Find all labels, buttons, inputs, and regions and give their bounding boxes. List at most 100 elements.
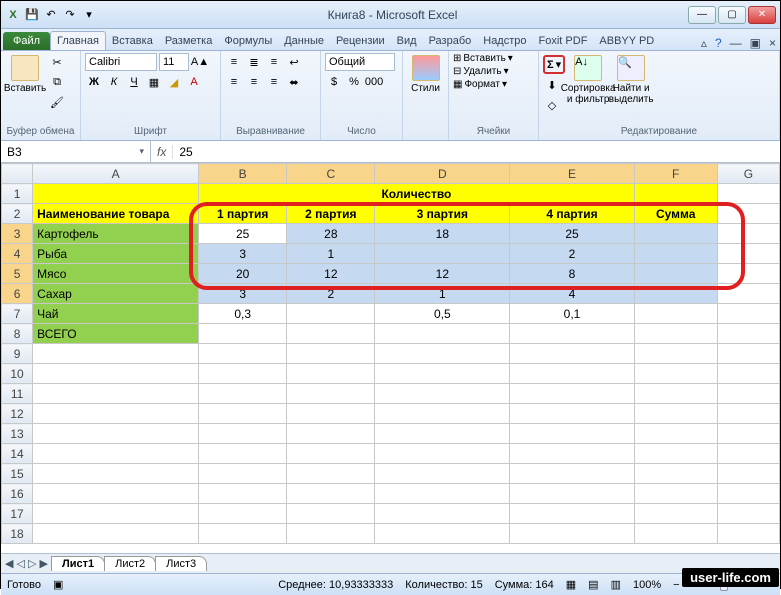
cell-F2[interactable]: Сумма bbox=[634, 204, 717, 224]
align-top-icon[interactable]: ≡ bbox=[225, 53, 243, 71]
cell-F11[interactable] bbox=[634, 384, 717, 404]
border-icon[interactable]: ▦ bbox=[145, 73, 163, 91]
cell-F9[interactable] bbox=[634, 344, 717, 364]
cell-G17[interactable] bbox=[717, 504, 779, 524]
qat-more-icon[interactable]: ▾ bbox=[81, 7, 97, 23]
cell-F15[interactable] bbox=[634, 464, 717, 484]
cell-E17[interactable] bbox=[510, 504, 634, 524]
cell-G6[interactable] bbox=[717, 284, 779, 304]
cell-A5[interactable]: Мясо bbox=[33, 264, 199, 284]
row-header-3[interactable]: 3 bbox=[2, 224, 33, 244]
cell-D15[interactable] bbox=[375, 464, 510, 484]
cell-G15[interactable] bbox=[717, 464, 779, 484]
cell-F16[interactable] bbox=[634, 484, 717, 504]
cell-E15[interactable] bbox=[510, 464, 634, 484]
cell-C9[interactable] bbox=[287, 344, 375, 364]
paste-button[interactable]: Вставить bbox=[5, 53, 45, 125]
cell-A17[interactable] bbox=[33, 504, 199, 524]
cell-F8[interactable] bbox=[634, 324, 717, 344]
cell-D3[interactable]: 18 bbox=[375, 224, 510, 244]
cell-B6[interactable]: 3 bbox=[199, 284, 287, 304]
bold-icon[interactable]: Ж bbox=[85, 73, 103, 91]
view-layout-icon[interactable]: ▤ bbox=[588, 578, 598, 591]
cell-E1[interactable]: Количество bbox=[199, 184, 635, 204]
cell-A4[interactable]: Рыба bbox=[33, 244, 199, 264]
cell-G12[interactable] bbox=[717, 404, 779, 424]
cell-E16[interactable] bbox=[510, 484, 634, 504]
delete-cells-button[interactable]: ⊟ Удалить ▾ bbox=[453, 66, 534, 77]
font-color-icon[interactable]: A bbox=[185, 73, 203, 91]
cell-E3[interactable]: 25 bbox=[510, 224, 634, 244]
macro-record-icon[interactable]: ▣ bbox=[53, 578, 63, 591]
cell-G4[interactable] bbox=[717, 244, 779, 264]
help-icon[interactable]: ? bbox=[711, 36, 726, 50]
cell-G13[interactable] bbox=[717, 424, 779, 444]
cell-C8[interactable] bbox=[287, 324, 375, 344]
sheet-tab-1[interactable]: Лист1 bbox=[51, 556, 105, 571]
name-box-dropdown-icon[interactable]: ▾ bbox=[139, 146, 144, 157]
cell-G16[interactable] bbox=[717, 484, 779, 504]
tab-developer[interactable]: Разрабо bbox=[423, 32, 478, 50]
cell-D16[interactable] bbox=[375, 484, 510, 504]
cell-F17[interactable] bbox=[634, 504, 717, 524]
cell-G3[interactable] bbox=[717, 224, 779, 244]
cell-C13[interactable] bbox=[287, 424, 375, 444]
redo-icon[interactable]: ↷ bbox=[62, 7, 78, 23]
tab-addins[interactable]: Надстро bbox=[477, 32, 532, 50]
cell-B3[interactable]: 25 bbox=[199, 224, 287, 244]
ribbon-min-icon[interactable]: ▵ bbox=[697, 36, 711, 50]
sheet-nav[interactable]: ◀ ◁ ▷ ▶ bbox=[1, 557, 52, 570]
cell-B12[interactable] bbox=[199, 404, 287, 424]
tab-formulas[interactable]: Формулы bbox=[218, 32, 278, 50]
cell-B4[interactable]: 3 bbox=[199, 244, 287, 264]
row-header-9[interactable]: 9 bbox=[2, 344, 33, 364]
worksheet-grid[interactable]: ABCDEFG1Количество2Наименование товара1 … bbox=[1, 163, 780, 553]
font-size-combo[interactable]: 11 bbox=[159, 53, 189, 71]
view-normal-icon[interactable]: ▦ bbox=[566, 578, 576, 591]
cell-C2[interactable]: 2 партия bbox=[287, 204, 375, 224]
row-header-6[interactable]: 6 bbox=[2, 284, 33, 304]
cell-A15[interactable] bbox=[33, 464, 199, 484]
tab-insert[interactable]: Вставка bbox=[106, 32, 159, 50]
cell-E9[interactable] bbox=[510, 344, 634, 364]
cell-A13[interactable] bbox=[33, 424, 199, 444]
cell-G14[interactable] bbox=[717, 444, 779, 464]
align-left-icon[interactable]: ≡ bbox=[225, 73, 243, 91]
row-header-11[interactable]: 11 bbox=[2, 384, 33, 404]
format-cells-button[interactable]: ▦ Формат ▾ bbox=[453, 79, 534, 90]
cell-C12[interactable] bbox=[287, 404, 375, 424]
fill-icon[interactable]: ⬇ bbox=[543, 76, 561, 94]
cell-B11[interactable] bbox=[199, 384, 287, 404]
cell-F13[interactable] bbox=[634, 424, 717, 444]
cell-A6[interactable]: Сахар bbox=[33, 284, 199, 304]
col-header-G[interactable]: G bbox=[717, 164, 779, 184]
percent-icon[interactable]: % bbox=[345, 73, 363, 91]
row-header-4[interactable]: 4 bbox=[2, 244, 33, 264]
cell-G1[interactable] bbox=[717, 184, 779, 204]
file-tab[interactable]: Файл bbox=[3, 32, 50, 50]
cell-C10[interactable] bbox=[287, 364, 375, 384]
tab-foxit[interactable]: Foxit PDF bbox=[533, 32, 594, 50]
cell-D5[interactable]: 12 bbox=[375, 264, 510, 284]
formula-value[interactable]: 25 bbox=[173, 145, 198, 159]
cell-G2[interactable] bbox=[717, 204, 779, 224]
cell-B18[interactable] bbox=[199, 524, 287, 544]
wrap-text-icon[interactable]: ↩ bbox=[285, 53, 303, 71]
cell-G18[interactable] bbox=[717, 524, 779, 544]
number-format-combo[interactable]: Общий bbox=[325, 53, 395, 71]
minimize-button[interactable]: — bbox=[688, 6, 716, 24]
cell-B17[interactable] bbox=[199, 504, 287, 524]
cell-A8[interactable]: ВСЕГО bbox=[33, 324, 199, 344]
cell-C16[interactable] bbox=[287, 484, 375, 504]
cell-B2[interactable]: 1 партия bbox=[199, 204, 287, 224]
row-header-8[interactable]: 8 bbox=[2, 324, 33, 344]
align-bot-icon[interactable]: ≡ bbox=[265, 53, 283, 71]
cell-E18[interactable] bbox=[510, 524, 634, 544]
view-pagebreak-icon[interactable]: ▥ bbox=[611, 578, 621, 591]
row-header-14[interactable]: 14 bbox=[2, 444, 33, 464]
comma-icon[interactable]: 000 bbox=[365, 73, 383, 91]
cell-F7[interactable] bbox=[634, 304, 717, 324]
row-header-12[interactable]: 12 bbox=[2, 404, 33, 424]
cell-C18[interactable] bbox=[287, 524, 375, 544]
cell-F10[interactable] bbox=[634, 364, 717, 384]
